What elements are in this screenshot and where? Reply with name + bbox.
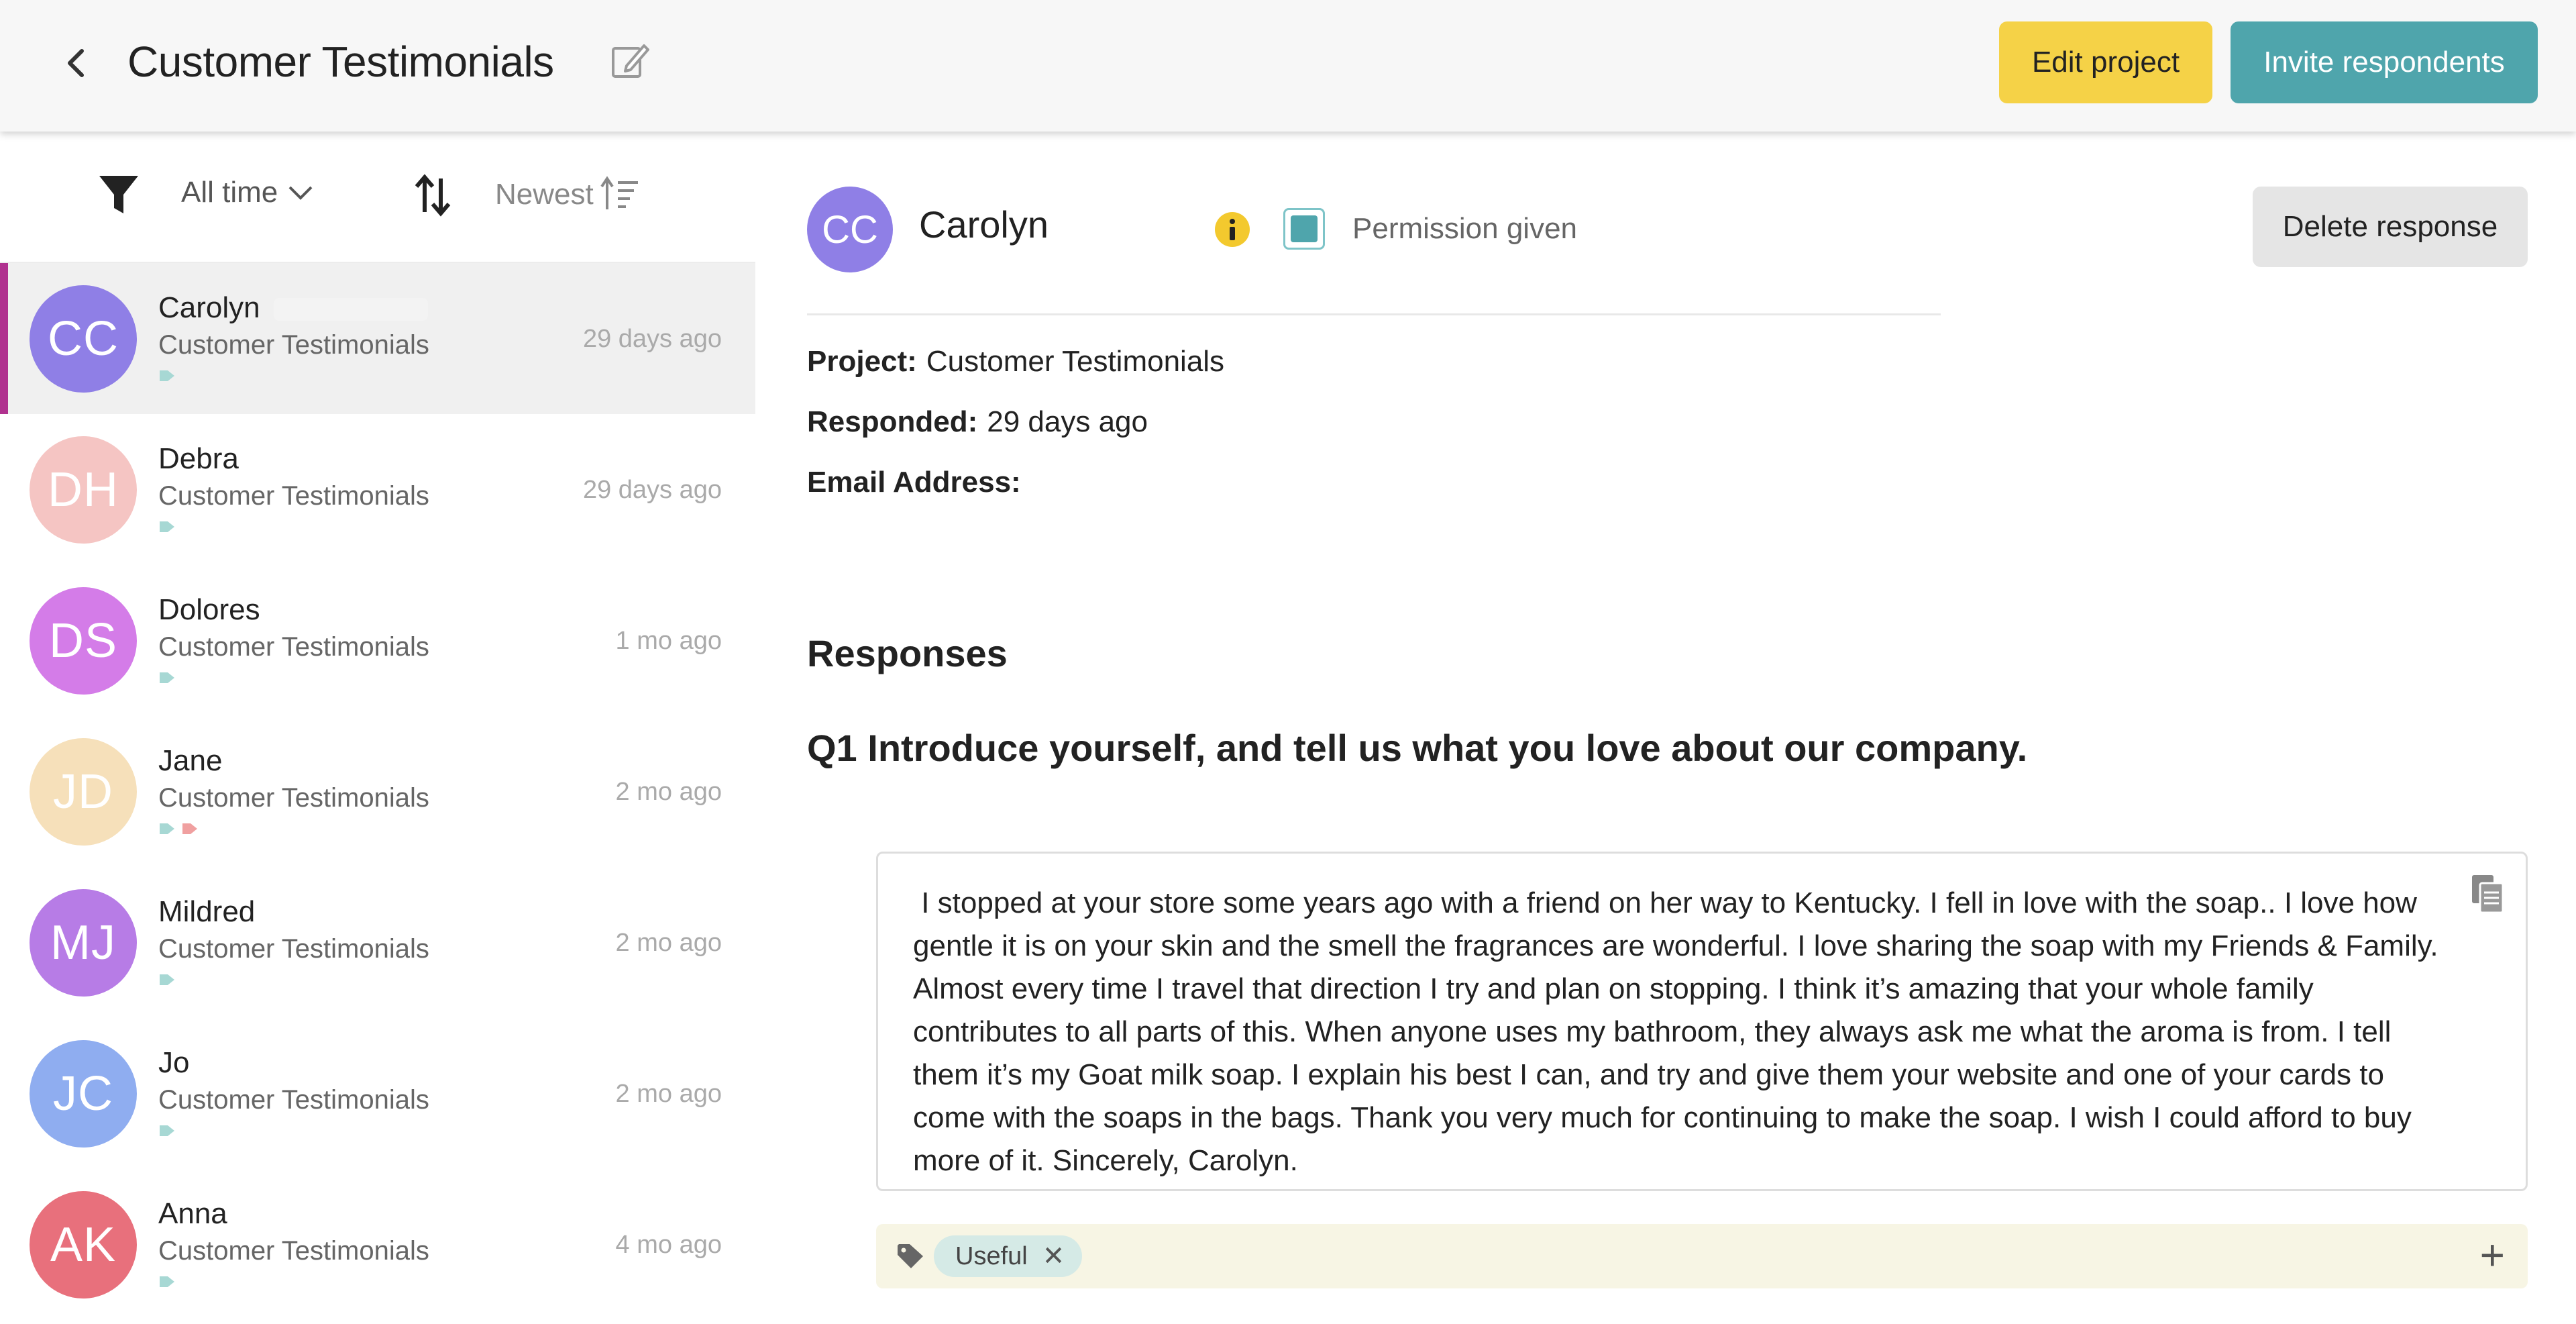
edit-pencil-icon[interactable] [609,39,652,82]
tag-icon [160,823,174,834]
respondent-name: Anna [158,1197,227,1230]
project-meta-label: Project: [807,345,917,378]
responses-heading: Responses [807,632,1008,674]
tag-bar: Useful ✕ + [876,1224,2528,1288]
avatar: CC [807,187,893,272]
avatar: DS [30,587,137,695]
response-time: 29 days ago [582,325,722,353]
respondent-project: Customer Testimonials [158,783,429,813]
response-list: CC Carolyn Customer Testimonials 29 days… [0,263,755,1320]
delete-response-button[interactable]: Delete response [2253,187,2528,267]
respondent-name: Debra [158,442,239,475]
project-meta: Project: Customer Testimonials [807,345,1224,378]
response-detail: CC Carolyn Permission given Delete respo… [755,132,2576,1324]
top-header: Customer Testimonials Edit project Invit… [0,0,2576,132]
response-time: 29 days ago [582,476,722,504]
tag-icon [160,1125,174,1136]
tag-icons [158,671,176,684]
project-meta-value: Customer Testimonials [926,345,1225,378]
respondent-project: Customer Testimonials [158,1085,429,1115]
tag-icons [158,1124,176,1137]
respondent-name: Mildred [158,895,256,928]
question-text: Q1 Introduce yourself, and tell us what … [807,727,2028,769]
sort-descending-icon [600,176,638,209]
info-icon[interactable] [1214,211,1251,248]
avatar: JD [30,738,137,846]
email-meta: Email Address: [807,466,1030,499]
tag-icon [182,823,197,834]
filter-funnel-icon[interactable] [98,173,140,217]
respondent-project: Customer Testimonials [158,1236,429,1266]
tag-icon [160,974,174,985]
tag-icons [158,973,176,986]
response-time: 2 mo ago [615,929,722,957]
respondent-project: Customer Testimonials [158,934,429,964]
sort-arrows-icon[interactable] [413,172,453,219]
page-title: Customer Testimonials [127,38,554,86]
avatar: DH [30,436,137,544]
divider [807,313,1941,315]
tag-icons [158,520,176,533]
response-time: 4 mo ago [615,1231,722,1259]
response-list-item[interactable]: DH Debra Customer Testimonials 29 days a… [0,414,755,565]
copy-icon[interactable] [2469,872,2507,915]
avatar: JC [30,1040,137,1148]
add-tag-icon[interactable]: + [2480,1233,2505,1276]
avatar: CC [30,285,137,393]
sort-order-label: Newest [495,178,594,211]
edit-project-button[interactable]: Edit project [1999,21,2212,103]
tag-icon [160,672,174,683]
tag-icon [160,1276,174,1287]
response-list-item[interactable]: JC Jo Customer Testimonials 2 mo ago [0,1018,755,1169]
tag-chip-label: Useful [955,1241,1028,1270]
response-time: 2 mo ago [615,778,722,806]
response-time: 2 mo ago [615,1080,722,1108]
sort-order-dropdown[interactable]: Newest [495,176,639,213]
time-filter-dropdown[interactable]: All time [181,176,314,209]
responses-sidebar: All time Newest CC Carolyn Customer Test… [0,132,755,1324]
respondent-name: Carolyn [919,203,1049,246]
responded-meta: Responded: 29 days ago [807,405,1148,439]
response-list-item[interactable]: AK Anna Customer Testimonials 4 mo ago [0,1169,755,1320]
tag-chip-useful[interactable]: Useful ✕ [934,1235,1083,1277]
respondent-name: Dolores [158,593,260,626]
filter-bar: All time Newest [0,132,755,263]
avatar: MJ [30,889,137,997]
tag-icons [158,369,176,383]
respondent-name: Carolyn [158,291,428,325]
permission-label: Permission given [1352,212,1578,245]
response-list-item[interactable]: CC Carolyn Customer Testimonials 29 days… [0,263,755,414]
chevron-down-icon [288,186,313,200]
avatar: AK [30,1191,137,1298]
respondent-name: Jo [158,1046,190,1079]
respondent-project: Customer Testimonials [158,330,429,360]
tag-icon [160,521,174,532]
email-meta-label: Email Address: [807,466,1021,499]
respondent-name: Jane [158,744,223,777]
respondent-project: Customer Testimonials [158,632,429,662]
tag-icon [160,370,174,381]
response-list-item[interactable]: JD Jane Customer Testimonials 2 mo ago [0,716,755,867]
invite-respondents-button[interactable]: Invite respondents [2231,21,2538,103]
answer-box[interactable]: I stopped at your store some years ago w… [876,852,2528,1191]
tag-icons [158,822,199,835]
time-filter-label: All time [181,176,278,209]
answer-text: I stopped at your store some years ago w… [913,886,2445,1177]
tag-icon [898,1244,923,1268]
response-time: 1 mo ago [615,627,722,655]
remove-tag-icon[interactable]: ✕ [1042,1241,1065,1272]
response-list-item[interactable]: DS Dolores Customer Testimonials 1 mo ag… [0,565,755,716]
tag-icons [158,1275,176,1288]
response-list-item[interactable]: MJ Mildred Customer Testimonials 2 mo ag… [0,867,755,1018]
respondent-project: Customer Testimonials [158,481,429,511]
responded-meta-label: Responded: [807,405,978,438]
permission-checkbox[interactable] [1283,208,1325,250]
responded-meta-value: 29 days ago [987,405,1148,438]
back-arrow-icon[interactable] [59,42,95,85]
